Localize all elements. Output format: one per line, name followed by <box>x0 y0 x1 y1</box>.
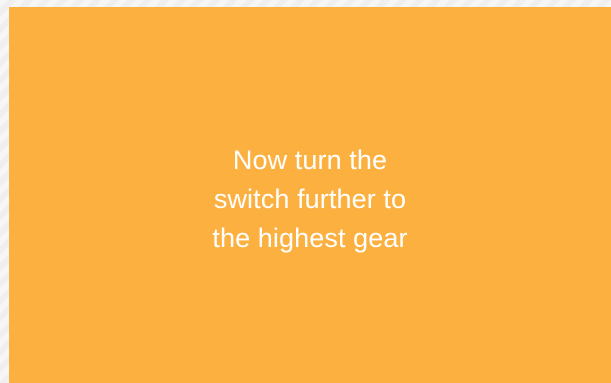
instruction-line-1: Now turn the <box>232 145 388 175</box>
instruction-line-2: switch further to <box>213 184 407 214</box>
instruction-message: Now turn the switch further to the highe… <box>0 141 611 258</box>
instruction-line-3: the highest gear <box>212 223 408 253</box>
